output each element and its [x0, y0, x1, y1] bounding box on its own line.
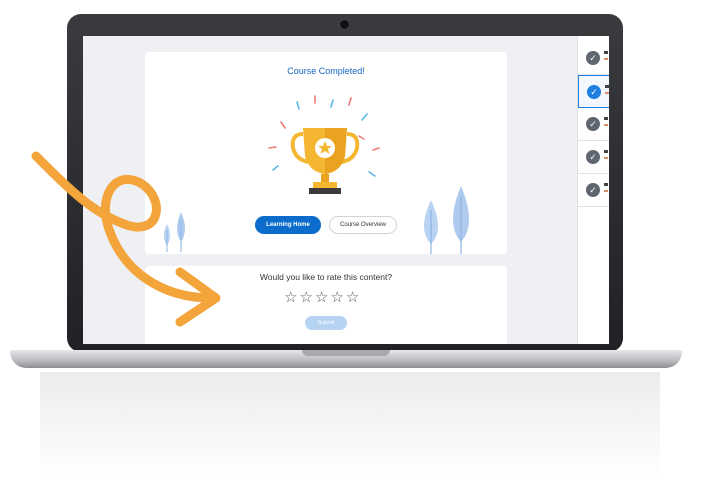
learning-home-button[interactable]: Learning Home	[255, 216, 321, 234]
course-completed-title: Course Completed!	[287, 66, 365, 76]
trophy-icon	[268, 95, 380, 194]
sidebar-item[interactable]: ✓	[578, 174, 609, 207]
submit-button[interactable]: Submit	[305, 316, 347, 330]
sidebar-item-sublabel	[604, 124, 608, 126]
check-circle-icon: ✓	[587, 85, 601, 99]
curved-arrow-decoration	[31, 151, 221, 327]
sidebar-item-sublabel	[604, 157, 608, 159]
check-circle-icon: ✓	[586, 117, 600, 131]
sidebar-item-label	[604, 183, 608, 186]
laptop-hinge-notch	[302, 350, 390, 356]
sidebar-item-active[interactable]: ✓	[578, 75, 609, 108]
laptop-reflection	[40, 372, 660, 478]
sidebar-item-sublabel	[604, 190, 608, 192]
star-rating: ☆ ☆ ☆ ☆ ☆	[284, 290, 359, 306]
tree-decoration-right	[424, 186, 469, 254]
sidebar-item-sublabel	[604, 58, 608, 60]
check-circle-icon: ✓	[586, 150, 600, 164]
star-4-icon[interactable]: ☆	[330, 290, 343, 306]
check-circle-icon: ✓	[586, 183, 600, 197]
sidebar-item-label	[604, 117, 608, 120]
sidebar-item[interactable]: ✓	[578, 141, 609, 174]
sidebar-item[interactable]: ✓	[578, 42, 609, 75]
star-5-icon[interactable]: ☆	[346, 290, 359, 306]
course-overview-button[interactable]: Course Overview	[329, 216, 397, 234]
laptop-base	[10, 350, 682, 368]
sidebar-item[interactable]: ✓	[578, 108, 609, 141]
sidebar-item-label	[604, 150, 608, 153]
star-2-icon[interactable]: ☆	[299, 290, 312, 306]
sidebar-item-label	[605, 85, 609, 88]
star-3-icon[interactable]: ☆	[315, 290, 328, 306]
course-sidebar: ✓ ✓ ✓ ✓ ✓	[577, 36, 609, 344]
check-circle-icon: ✓	[586, 51, 600, 65]
sidebar-item-label	[604, 51, 608, 54]
star-1-icon[interactable]: ☆	[284, 290, 297, 306]
webcam-icon	[339, 19, 350, 30]
sidebar-item-sublabel	[605, 92, 609, 94]
